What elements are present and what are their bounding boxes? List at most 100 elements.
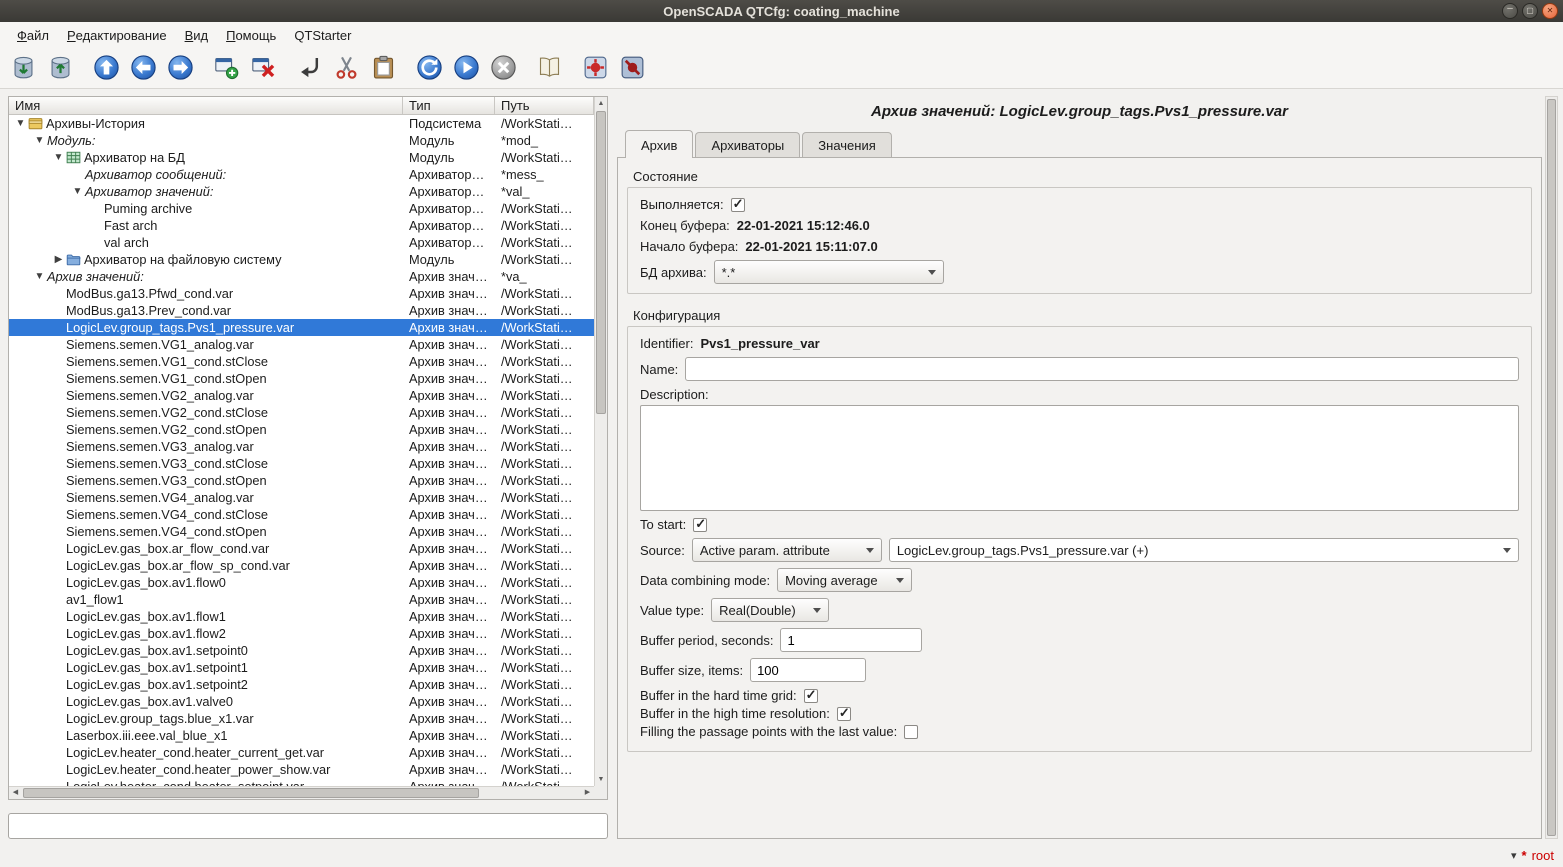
tree-filter-input[interactable]: [8, 813, 608, 839]
tree-horizontal-scrollbar[interactable]: [9, 786, 594, 799]
tree-row[interactable]: LogicLev.gas_box.av1.setpoint1Архив знач…: [9, 659, 594, 676]
current-user[interactable]: root: [1532, 848, 1554, 863]
tree-row[interactable]: LogicLev.gas_box.av1.flow1Архив знач…/Wo…: [9, 608, 594, 625]
start-button[interactable]: [448, 52, 485, 86]
tree-row[interactable]: Siemens.semen.VG1_cond.stOpenАрхив знач……: [9, 370, 594, 387]
minimize-button[interactable]: [1502, 3, 1518, 19]
tree-row[interactable]: ModBus.ga13.Pfwd_cond.varАрхив знач…/Wor…: [9, 285, 594, 302]
value-type-select[interactable]: Real(Double): [711, 598, 829, 622]
save-to-db-button[interactable]: [42, 52, 79, 86]
delete-item-button[interactable]: [245, 52, 282, 86]
forward-button[interactable]: [162, 52, 199, 86]
high-res-checkbox[interactable]: [837, 707, 851, 721]
tree-row[interactable]: Siemens.semen.VG2_cond.stCloseАрхив знач…: [9, 404, 594, 421]
manual-button[interactable]: [531, 52, 568, 86]
tree-row[interactable]: ▼Архиватор значений:Архиватор…*val_: [9, 183, 594, 200]
tab-archive[interactable]: Архив: [625, 130, 693, 158]
collapse-icon[interactable]: ▼: [51, 152, 66, 163]
tree-row[interactable]: Puming archiveАрхиватор…/WorkStati…: [9, 200, 594, 217]
menu-file[interactable]: Файл: [8, 22, 58, 49]
tree-row[interactable]: ▶Архиватор на файловую системуМодуль/Wor…: [9, 251, 594, 268]
tree-row[interactable]: LogicLev.gas_box.av1.flow2Архив знач…/Wo…: [9, 625, 594, 642]
tree-row[interactable]: Архиватор сообщений:Архиватор…*mess_: [9, 166, 594, 183]
tree-row[interactable]: LogicLev.gas_box.av1.valve0Архив знач…/W…: [9, 693, 594, 710]
hard-grid-checkbox[interactable]: [804, 689, 818, 703]
combining-mode-select[interactable]: Moving average: [777, 568, 912, 592]
menu-help[interactable]: Помощь: [217, 22, 285, 49]
tree-row[interactable]: LogicLev.gas_box.ar_flow_cond.varАрхив з…: [9, 540, 594, 557]
paste-item-button[interactable]: [365, 52, 402, 86]
panel-vertical-scrollbar[interactable]: [1545, 96, 1558, 839]
source-value-select[interactable]: LogicLev.group_tags.Pvs1_pressure.var (+…: [889, 538, 1519, 562]
tree-row[interactable]: Siemens.semen.VG2_cond.stOpenАрхив знач……: [9, 421, 594, 438]
tree-row[interactable]: Siemens.semen.VG1_analog.varАрхив знач…/…: [9, 336, 594, 353]
tab-archivators[interactable]: Архиваторы: [695, 132, 800, 157]
tree-row[interactable]: Siemens.semen.VG3_cond.stCloseАрхив знач…: [9, 455, 594, 472]
tree-row[interactable]: LogicLev.group_tags.Pvs1_pressure.varАрх…: [9, 319, 594, 336]
to-start-checkbox[interactable]: [693, 518, 707, 532]
tree-row[interactable]: ▼Модуль:Модуль*mod_: [9, 132, 594, 149]
qtcfg-tool-2-button[interactable]: [614, 52, 651, 86]
scroll-up-icon[interactable]: [595, 97, 607, 110]
collapse-icon[interactable]: ▼: [32, 135, 47, 146]
archive-db-select[interactable]: *.*: [714, 260, 944, 284]
refresh-button[interactable]: [411, 52, 448, 86]
tree-row[interactable]: Siemens.semen.VG4_cond.stOpenАрхив знач……: [9, 523, 594, 540]
tree-column-type[interactable]: Тип: [403, 97, 495, 114]
tree-row[interactable]: LogicLev.gas_box.ar_flow_sp_cond.varАрхи…: [9, 557, 594, 574]
add-item-button[interactable]: [208, 52, 245, 86]
scroll-down-icon[interactable]: [595, 773, 607, 786]
tree-row[interactable]: LogicLev.heater_cond.heater_current_get.…: [9, 744, 594, 761]
tree-row[interactable]: Siemens.semen.VG1_cond.stCloseАрхив знач…: [9, 353, 594, 370]
tree-hscroll-thumb[interactable]: [23, 788, 479, 798]
menu-view[interactable]: Вид: [176, 22, 218, 49]
running-checkbox[interactable]: [731, 198, 745, 212]
scroll-right-icon[interactable]: [581, 787, 594, 799]
filling-checkbox[interactable]: [904, 725, 918, 739]
tree-vertical-scrollbar[interactable]: [594, 97, 607, 786]
up-button[interactable]: [88, 52, 125, 86]
tree-row[interactable]: ▼Архиватор на БДМодуль/WorkStati…: [9, 149, 594, 166]
scroll-left-icon[interactable]: [9, 787, 22, 799]
source-mode-select[interactable]: Active param. attribute: [692, 538, 882, 562]
tree-column-path[interactable]: Путь: [495, 97, 594, 114]
copy-item-button[interactable]: [291, 52, 328, 86]
user-menu-caret-icon[interactable]: ▾: [1511, 849, 1517, 862]
buffer-period-field[interactable]: [780, 628, 922, 652]
collapse-icon[interactable]: ▼: [70, 186, 85, 197]
collapse-icon[interactable]: ▼: [13, 118, 28, 129]
titlebar[interactable]: OpenSCADA QTCfg: coating_machine: [0, 0, 1563, 22]
tree-row[interactable]: LogicLev.heater_cond.heater_power_show.v…: [9, 761, 594, 778]
menu-edit[interactable]: Редактирование: [58, 22, 176, 49]
tree-row[interactable]: LogicLev.heater_cond.heater_setpoint.var…: [9, 778, 594, 786]
load-from-db-button[interactable]: [5, 52, 42, 86]
tree-column-name[interactable]: Имя: [9, 97, 403, 114]
expand-icon[interactable]: ▶: [51, 254, 66, 265]
stop-button[interactable]: [485, 52, 522, 86]
tree-row[interactable]: Siemens.semen.VG3_analog.varАрхив знач…/…: [9, 438, 594, 455]
tree-row[interactable]: Siemens.semen.VG3_cond.stOpenАрхив знач……: [9, 472, 594, 489]
tree-row[interactable]: Fast archАрхиватор…/WorkStati…: [9, 217, 594, 234]
tab-values[interactable]: Значения: [802, 132, 891, 157]
tree-row[interactable]: LogicLev.gas_box.av1.setpoint2Архив знач…: [9, 676, 594, 693]
tree-row[interactable]: av1_flow1Архив знач…/WorkStati…: [9, 591, 594, 608]
back-button[interactable]: [125, 52, 162, 86]
tree-row[interactable]: Siemens.semen.VG4_analog.varАрхив знач…/…: [9, 489, 594, 506]
tree-row[interactable]: ▼Архивы-ИсторияПодсистема/WorkStati…: [9, 115, 594, 132]
tree-row[interactable]: ModBus.ga13.Prev_cond.varАрхив знач…/Wor…: [9, 302, 594, 319]
qtcfg-tool-1-button[interactable]: [577, 52, 614, 86]
maximize-button[interactable]: [1522, 3, 1538, 19]
tree-row[interactable]: LogicLev.gas_box.av1.setpoint0Архив знач…: [9, 642, 594, 659]
tree-row[interactable]: ▼Архив значений:Архив знач…*va_: [9, 268, 594, 285]
tree-row[interactable]: Siemens.semen.VG2_analog.varАрхив знач…/…: [9, 387, 594, 404]
description-field[interactable]: [640, 405, 1519, 511]
tree-row[interactable]: val archАрхиватор…/WorkStati…: [9, 234, 594, 251]
tree-vscroll-thumb[interactable]: [596, 111, 606, 414]
cut-item-button[interactable]: [328, 52, 365, 86]
tree-row[interactable]: Laserbox.iii.eee.val_blue_x1Архив знач…/…: [9, 727, 594, 744]
menu-qtstarter[interactable]: QTStarter: [285, 22, 360, 49]
collapse-icon[interactable]: ▼: [32, 271, 47, 282]
tree-row[interactable]: LogicLev.gas_box.av1.flow0Архив знач…/Wo…: [9, 574, 594, 591]
panel-vscroll-thumb[interactable]: [1547, 99, 1556, 836]
name-field[interactable]: [685, 357, 1519, 381]
